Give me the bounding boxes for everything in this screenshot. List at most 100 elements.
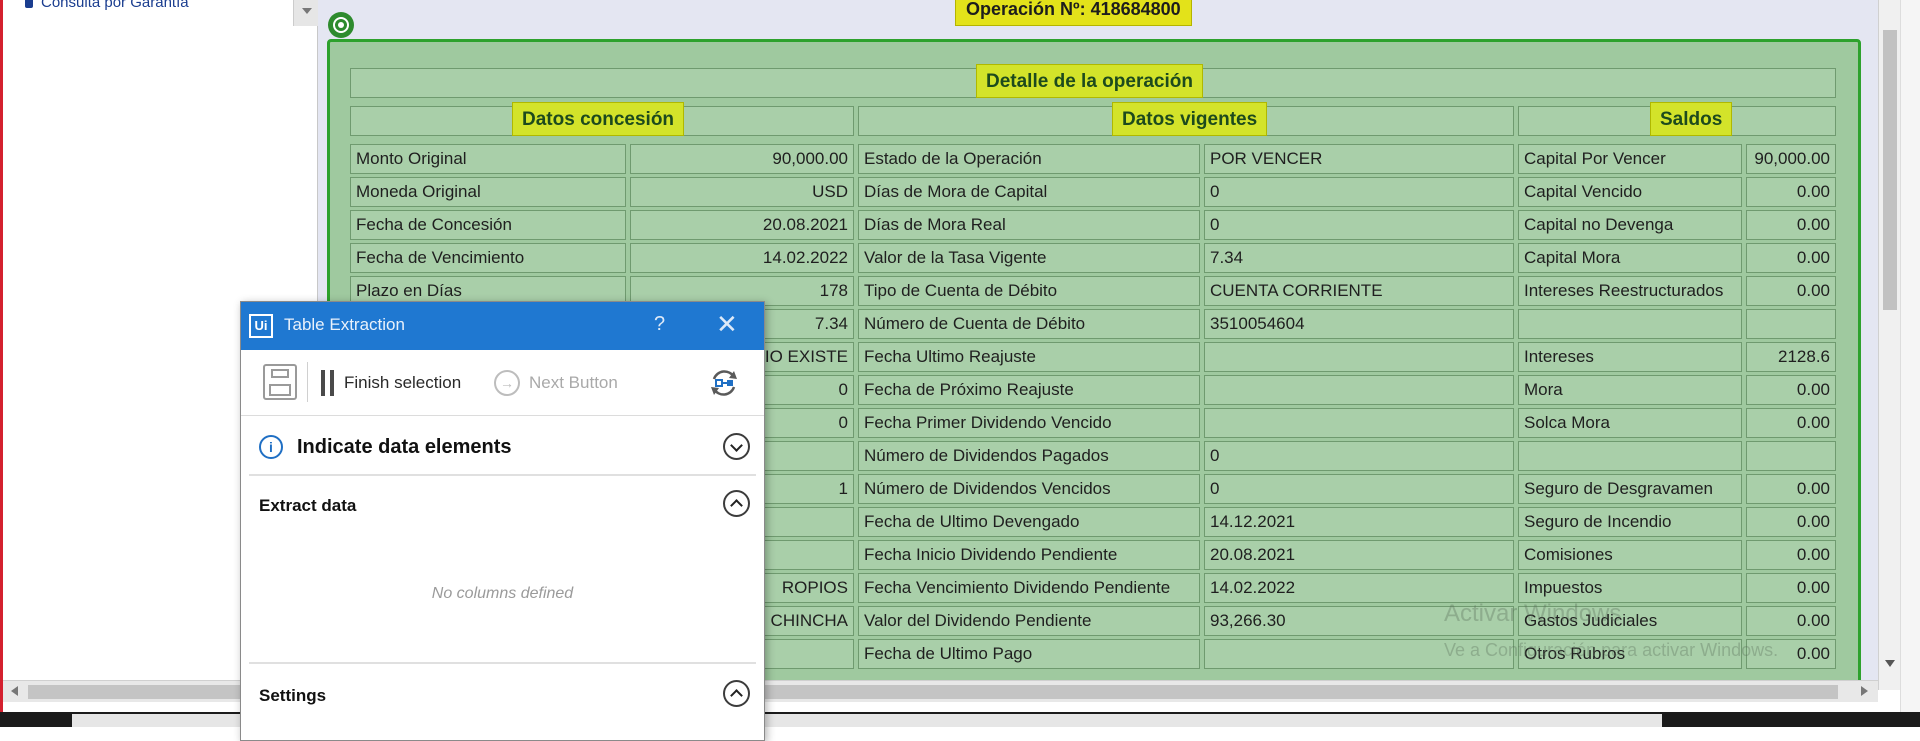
vigentes-label-cell: Valor de la Tasa Vigente: [858, 243, 1200, 273]
dialog-toolbar: Finish selection → Next Button: [241, 350, 764, 416]
concesion-value-cell: USD: [630, 177, 854, 207]
vigentes-value-cell: 0: [1204, 210, 1514, 240]
windows-watermark-subtitle: Ve a Configuración para activar Windows.: [1444, 640, 1779, 660]
document-icon: [25, 0, 33, 8]
vigentes-label-cell: Número de Dividendos Vencidos: [858, 474, 1200, 504]
saldos-value-cell: 0.00: [1746, 573, 1836, 603]
finish-selection-button[interactable]: Finish selection: [344, 373, 461, 393]
saldos-label-cell: Solca Mora: [1518, 408, 1742, 438]
saldos-value-cell: 2128.6: [1746, 342, 1836, 372]
no-columns-message: No columns defined: [431, 585, 574, 602]
vigentes-label-cell: Estado de la Operación: [858, 144, 1200, 174]
vigentes-label-cell: Fecha Ultimo Reajuste: [858, 342, 1200, 372]
vigentes-label-cell: Fecha Primer Dividendo Vencido: [858, 408, 1200, 438]
saldos-label-cell: Capital Vencido: [1518, 177, 1742, 207]
vertical-scrollbar-thumb[interactable]: [1883, 30, 1897, 310]
scroll-left-icon[interactable]: [11, 686, 18, 696]
collapse-extract-button[interactable]: [723, 490, 750, 517]
saldos-value-cell: 0.00: [1746, 375, 1836, 405]
saldos-value-cell: 90,000.00: [1746, 144, 1836, 174]
collapse-settings-button[interactable]: [723, 680, 750, 707]
saldos-label-cell: Seguro de Incendio: [1518, 507, 1742, 537]
vigentes-label-cell: Fecha Vencimiento Dividendo Pendiente: [858, 573, 1200, 603]
vigentes-value-cell: [1204, 375, 1514, 405]
next-button[interactable]: Next Button: [529, 373, 618, 393]
main-header: Detalle de la operación: [976, 64, 1203, 98]
concesion-value-cell: 20.08.2021: [630, 210, 854, 240]
concesion-label-cell: Moneda Original: [350, 177, 626, 207]
vigentes-value-cell: 0: [1204, 177, 1514, 207]
section-header-saldos: Saldos: [1650, 102, 1733, 136]
vigentes-label-cell: Fecha Inicio Dividendo Pendiente: [858, 540, 1200, 570]
vigentes-label-cell: Fecha de Ultimo Devengado: [858, 507, 1200, 537]
saldos-value-cell: 0.00: [1746, 606, 1836, 636]
extract-data-section: Extract data No columns defined: [249, 478, 756, 664]
vigentes-label-cell: Número de Dividendos Pagados: [858, 441, 1200, 471]
concesion-value-cell: 14.02.2022: [630, 243, 854, 273]
saldos-value-cell: 0.00: [1746, 408, 1836, 438]
vigentes-value-cell: CUENTA CORRIENTE: [1204, 276, 1514, 306]
vigentes-value-cell: 7.34: [1204, 243, 1514, 273]
save-icon[interactable]: [263, 364, 297, 400]
vigentes-value-cell: [1204, 408, 1514, 438]
saldos-value-cell: 0.00: [1746, 276, 1836, 306]
toolbar-divider: [307, 362, 308, 402]
vigentes-value-cell: [1204, 342, 1514, 372]
saldos-value-cell: [1746, 441, 1836, 471]
saldos-label-cell: Capital no Devenga: [1518, 210, 1742, 240]
outer-scroll-strip: [1900, 0, 1920, 727]
saldos-label-cell: Intereses Reestructurados: [1518, 276, 1742, 306]
concesion-label-cell: Monto Original: [350, 144, 626, 174]
concesion-label-cell: Fecha de Concesión: [350, 210, 626, 240]
expand-indicate-button[interactable]: [723, 433, 750, 460]
close-button[interactable]: ✕: [716, 310, 738, 338]
saldos-value-cell: 0.00: [1746, 210, 1836, 240]
vigentes-value-cell: POR VENCER: [1204, 144, 1514, 174]
saldos-label-cell: Impuestos: [1518, 573, 1742, 603]
indicate-data-label: Indicate data elements: [297, 436, 512, 458]
section-header-concesion: Datos concesión: [512, 102, 685, 136]
indicate-data-section[interactable]: i Indicate data elements: [249, 418, 756, 476]
saldos-label-cell: [1518, 309, 1742, 339]
chevron-down-icon: [302, 8, 312, 14]
settings-section: Settings: [249, 666, 756, 726]
concesion-label-cell: Fecha de Vencimiento: [350, 243, 626, 273]
saldos-label-cell: Mora: [1518, 375, 1742, 405]
vigentes-label-cell: Días de Mora Real: [858, 210, 1200, 240]
saldos-label-cell: Capital Por Vencer: [1518, 144, 1742, 174]
saldos-value-cell: 0.00: [1746, 474, 1836, 504]
section-header-vigentes: Datos vigentes: [1112, 102, 1268, 136]
table-extraction-dialog: Ui Table Extraction ? ✕ Finish selection…: [240, 301, 765, 741]
vigentes-label-cell: Días de Mora de Capital: [858, 177, 1200, 207]
saldos-value-cell: 0.00: [1746, 177, 1836, 207]
vigentes-label-cell: Valor del Dividendo Pendiente: [858, 606, 1200, 636]
sidebar-item-label: Consulta por Garantía: [41, 0, 189, 11]
info-icon: i: [259, 435, 283, 459]
dialog-title: Table Extraction: [284, 315, 405, 334]
uipath-logo-icon: Ui: [249, 314, 273, 338]
saldos-label-cell: Capital Mora: [1518, 243, 1742, 273]
pause-icon[interactable]: [321, 370, 335, 396]
help-button[interactable]: ?: [654, 313, 665, 336]
next-arrow-icon[interactable]: →: [494, 370, 520, 396]
saldos-value-cell: 0.00: [1746, 540, 1836, 570]
target-icon[interactable]: [328, 12, 354, 38]
saldos-label-cell: Seguro de Desgravamen: [1518, 474, 1742, 504]
operation-title: Operación Nº: 418684800: [955, 0, 1192, 26]
sidebar-scroll-up-button[interactable]: [293, 0, 319, 26]
vertical-scrollbar[interactable]: [1878, 0, 1900, 690]
settings-label: Settings: [259, 686, 327, 705]
vigentes-label-cell: Fecha de Próximo Reajuste: [858, 375, 1200, 405]
dialog-title-bar[interactable]: Ui Table Extraction ? ✕: [241, 302, 764, 350]
refresh-icon[interactable]: [706, 365, 742, 401]
vigentes-label-cell: Tipo de Cuenta de Débito: [858, 276, 1200, 306]
saldos-label-cell: Comisiones: [1518, 540, 1742, 570]
vigentes-value-cell: 14.02.2022: [1204, 573, 1514, 603]
vigentes-value-cell: 0: [1204, 441, 1514, 471]
vigentes-label-cell: Fecha de Ultimo Pago: [858, 639, 1200, 669]
scroll-down-icon[interactable]: [1885, 660, 1895, 667]
vigentes-value-cell: 3510054604: [1204, 309, 1514, 339]
saldos-value-cell: [1746, 309, 1836, 339]
sidebar-item-consulta-garantia[interactable]: Consulta por Garantía: [25, 0, 189, 11]
scroll-right-icon[interactable]: [1861, 686, 1868, 696]
